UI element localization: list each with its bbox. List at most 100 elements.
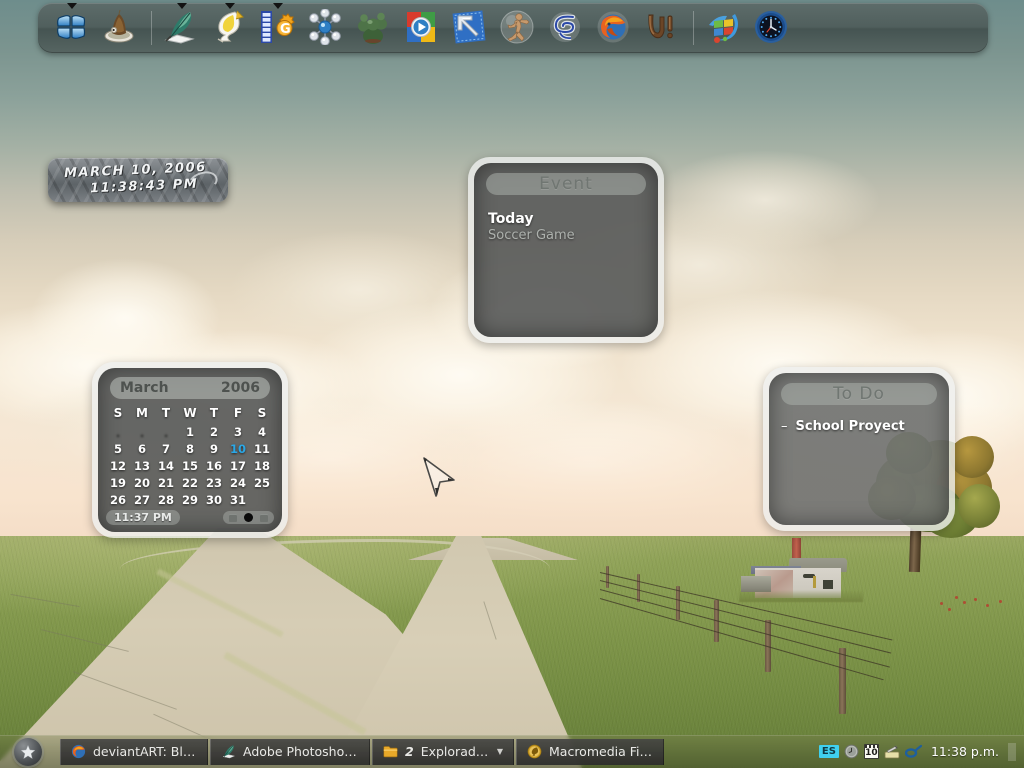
dock-item-molecule[interactable] [303, 6, 349, 50]
star-icon [20, 744, 36, 760]
dock-item-trash-bin[interactable] [97, 6, 143, 50]
calendar-day-cell[interactable]: 19 [106, 476, 130, 491]
molecule-icon [307, 9, 345, 47]
calendar-day-cell[interactable]: 4 [250, 425, 274, 440]
calendar-widget[interactable]: March 2006 SMTWTFS...1234567891011121314… [92, 362, 288, 538]
dock-item-film-gear[interactable]: G [255, 6, 301, 50]
taskbar-button-0[interactable]: deviantART: Blue T... [60, 739, 208, 765]
blue-swirl-icon [547, 9, 585, 47]
event-today-label: Today [488, 211, 533, 227]
calendar-dow-2: T [154, 406, 178, 423]
calendar-day-cell[interactable]: 5 [106, 442, 130, 457]
calendar-day-cell[interactable]: 31 [226, 493, 250, 508]
tray-clock[interactable]: 11:38 p.m. [931, 744, 999, 759]
calendar-blank-cell: . [154, 425, 178, 440]
todo-widget[interactable]: To Do – School Proyect [763, 367, 955, 531]
calendar-day-cell[interactable]: 8 [178, 442, 202, 457]
dock-item-blue-swirl[interactable] [543, 6, 589, 50]
media-swoosh-icon [705, 9, 741, 45]
calendar-day-cell[interactable]: 20 [130, 476, 154, 491]
photoshop-icon [221, 744, 236, 759]
calendar-day-cell[interactable]: 6 [130, 442, 154, 457]
calendar-next-button[interactable] [260, 514, 268, 522]
taskbar[interactable]: deviantART: Blue T...Adobe Photoshop...2… [0, 735, 1024, 768]
calendar-day-cell[interactable]: 30 [202, 493, 226, 508]
calendar-grid[interactable]: SMTWTFS...123456789101112131415161718192… [106, 406, 274, 508]
calendar-day-cell[interactable]: 26 [106, 493, 130, 508]
dock-item-wooden-u[interactable] [639, 6, 685, 50]
dock[interactable]: G [38, 3, 988, 53]
calendar-day-cell[interactable]: 1 [178, 425, 202, 440]
taskbar-button-2[interactable]: 2Explorador de...▼ [372, 739, 514, 765]
calendar-day-cell[interactable]: 3 [226, 425, 250, 440]
taskbar-button-1[interactable]: Adobe Photoshop... [210, 739, 370, 765]
taskbar-button-3[interactable]: Macromedia Fire... [516, 739, 664, 765]
event-item[interactable]: Soccer Game [488, 228, 575, 243]
flash-f-icon [211, 9, 249, 47]
calendar-day-cell[interactable]: 16 [202, 459, 226, 474]
chevron-down-icon[interactable]: ▼ [497, 747, 503, 756]
dock-item-people-group[interactable] [351, 6, 397, 50]
blue-arrow-icon [451, 9, 487, 45]
fireworks-icon [527, 744, 542, 759]
svg-text:G: G [280, 22, 291, 37]
running-man-icon [499, 9, 537, 47]
folder-icon [383, 745, 398, 758]
calendar-day-cell[interactable]: 18 [250, 459, 274, 474]
play-button-icon [403, 9, 439, 45]
molecule-icon [307, 9, 343, 45]
calendar-day-cell[interactable]: 9 [202, 442, 226, 457]
people-group-icon [355, 9, 393, 47]
calendar-10-icon[interactable]: 10 [864, 744, 879, 759]
wooden-u-icon [643, 9, 679, 45]
calendar-day-cell[interactable]: 2 [202, 425, 226, 440]
calendar-day-cell[interactable]: 17 [226, 459, 250, 474]
calendar-day-cell[interactable]: 28 [154, 493, 178, 508]
folder-icon [383, 745, 398, 758]
dock-item-media-swoosh[interactable] [701, 6, 747, 50]
feather-pen-icon [163, 9, 201, 47]
calendar-dow-4: T [202, 406, 226, 423]
graffiti-clock-widget[interactable]: MARCH 10, 2006 11:38:43 PM [48, 158, 228, 202]
dock-item-blue-arrow[interactable] [447, 6, 493, 50]
calendar-nav[interactable] [223, 511, 274, 524]
todo-list-item[interactable]: – School Proyect [781, 419, 939, 434]
calendar-today-cell[interactable]: 10 [226, 442, 250, 457]
dock-item-windows-logo[interactable] [49, 6, 95, 50]
windows-logo-icon [53, 9, 89, 45]
people-group-icon [355, 9, 391, 45]
calendar-day-cell[interactable]: 27 [130, 493, 154, 508]
firefox-icon [595, 9, 631, 45]
language-indicator[interactable]: ES [819, 745, 839, 758]
calendar-day-cell[interactable]: 22 [178, 476, 202, 491]
wooden-u-icon [643, 9, 681, 47]
calendar-day-cell[interactable]: 29 [178, 493, 202, 508]
calendar-day-cell[interactable]: 14 [154, 459, 178, 474]
start-button[interactable] [14, 738, 42, 766]
dock-item-firefox[interactable] [591, 6, 637, 50]
calendar-day-cell[interactable]: 24 [226, 476, 250, 491]
event-widget[interactable]: Event Today Soccer Game [468, 157, 664, 343]
flash-f-icon [211, 9, 247, 45]
calendar-day-cell[interactable]: 21 [154, 476, 178, 491]
calendar-day-cell[interactable]: 11 [250, 442, 274, 457]
dock-separator [144, 11, 158, 45]
firefox-icon [71, 744, 86, 759]
calendar-day-cell[interactable]: 15 [178, 459, 202, 474]
calendar-day-cell[interactable]: 25 [250, 476, 274, 491]
system-tray[interactable]: ES 10 11:38 p.m. [819, 743, 1016, 761]
dock-item-running-man[interactable] [495, 6, 541, 50]
play-button-icon [403, 9, 441, 47]
calendar-day-cell[interactable]: 13 [130, 459, 154, 474]
calendar-month: March [120, 380, 169, 396]
calendar-day-cell[interactable]: 7 [154, 442, 178, 457]
calendar-day-cell[interactable]: 12 [106, 459, 130, 474]
dock-item-play-button[interactable] [399, 6, 445, 50]
dock-item-analog-clock[interactable] [749, 6, 795, 50]
calendar-day-cell[interactable]: 23 [202, 476, 226, 491]
taskbar-buttons[interactable]: deviantART: Blue T...Adobe Photoshop...2… [60, 739, 819, 765]
dock-item-feather-pen[interactable] [159, 6, 205, 50]
dock-item-flash-f[interactable] [207, 6, 253, 50]
calendar-prev-button[interactable] [229, 514, 237, 522]
calendar-today-button[interactable] [244, 513, 253, 522]
